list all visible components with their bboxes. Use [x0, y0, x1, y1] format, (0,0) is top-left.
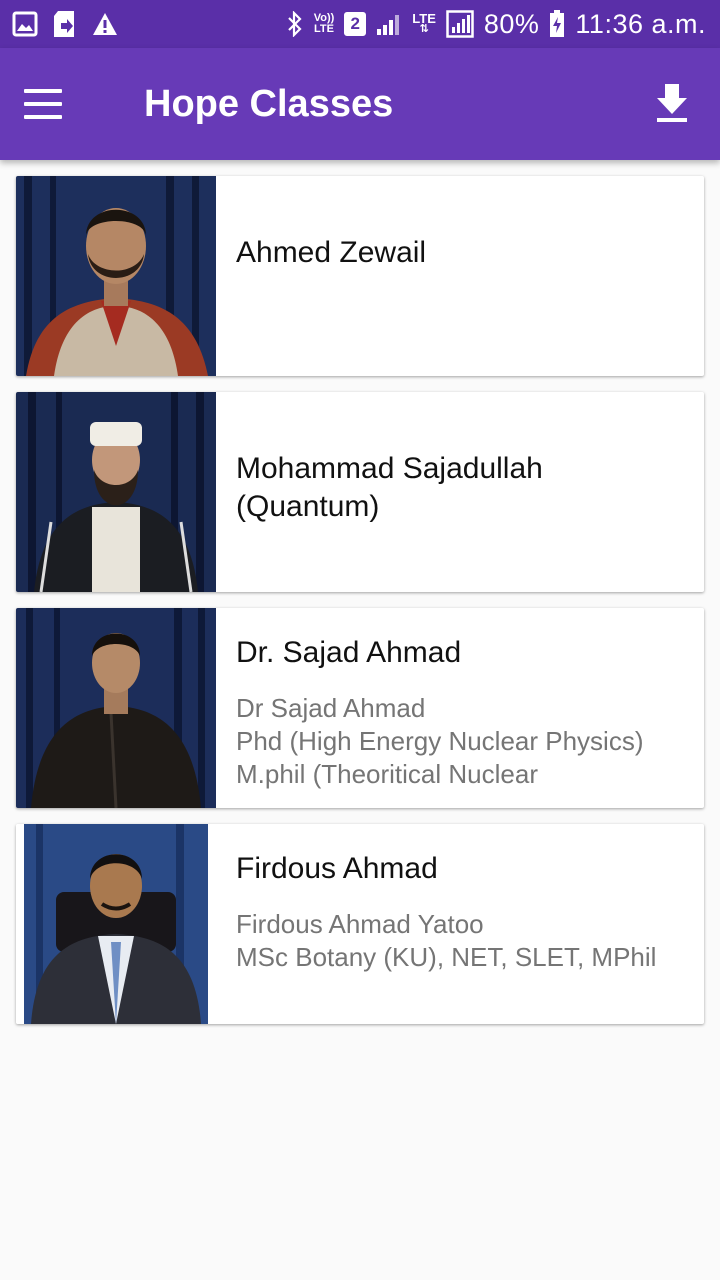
volte-icon: Vo)) LTE: [314, 13, 335, 35]
teacher-card[interactable]: Ahmed Zewail: [16, 176, 704, 376]
teacher-name: Ahmed Zewail: [236, 236, 427, 269]
teacher-card[interactable]: Dr. Sajad Ahmad Dr Sajad Ahmad Phd (High…: [16, 608, 704, 808]
teacher-info: Mohammad Sajadullah (Quantum): [216, 392, 704, 592]
teacher-list: Ahmed Zewail Mohammad Sajadullah (Quantu…: [16, 176, 704, 1040]
teacher-photo: [16, 608, 216, 808]
warning-icon: [92, 12, 118, 36]
gallery-icon: [12, 11, 38, 37]
download-icon: [657, 84, 687, 122]
teacher-info: Ahmed Zewail: [216, 176, 704, 376]
teacher-info: Firdous Ahmad Firdous Ahmad Yatoo MSc Bo…: [216, 824, 704, 1024]
teacher-name: Firdous Ahmad: [236, 852, 438, 885]
sim-icon: 2: [344, 12, 367, 36]
lte-data-icon: LTE ⇅: [412, 12, 436, 35]
download-button[interactable]: [650, 78, 694, 130]
sim-number: 2: [350, 14, 361, 33]
signal-icon: [376, 12, 402, 36]
teacher-photo: [16, 392, 216, 592]
teacher-photo: [16, 824, 216, 1024]
app-title: Hope Classes: [144, 83, 394, 125]
teacher-card[interactable]: Mohammad Sajadullah (Quantum): [16, 392, 704, 592]
app-bar: Hope Classes: [0, 48, 720, 160]
teacher-name: Dr. Sajad Ahmad: [236, 636, 462, 669]
bluetooth-icon: [286, 11, 304, 37]
teacher-name: Mohammad Sajadullah (Quantum): [236, 452, 543, 523]
data-arrows-icon: ⇅: [419, 23, 429, 35]
notification-icons: [12, 10, 118, 38]
battery-percent: 80%: [483, 8, 540, 39]
sd-card-icon: [52, 10, 78, 38]
teacher-description: Firdous Ahmad Yatoo MSc Botany (KU), NET…: [236, 909, 657, 972]
volte-lte-label: LTE: [314, 23, 334, 35]
teacher-info: Dr. Sajad Ahmad Dr Sajad Ahmad Phd (High…: [216, 608, 704, 808]
teacher-photo: [16, 176, 216, 376]
clock: 11:36 a.m.: [575, 8, 706, 39]
status-bar: Vo)) LTE 2 LTE ⇅ 80% 11:36 a.m.: [0, 0, 720, 48]
system-icons: Vo)) LTE 2 LTE ⇅ 80% 11:36 a.m.: [286, 9, 706, 40]
teacher-description: Dr Sajad Ahmad Phd (High Energy Nuclear …: [236, 693, 644, 789]
teacher-card[interactable]: Firdous Ahmad Firdous Ahmad Yatoo MSc Bo…: [16, 824, 704, 1024]
menu-button[interactable]: [24, 82, 72, 126]
menu-icon: [24, 89, 62, 93]
signal-box-icon: [446, 10, 474, 38]
battery-charging-icon: [549, 10, 565, 38]
